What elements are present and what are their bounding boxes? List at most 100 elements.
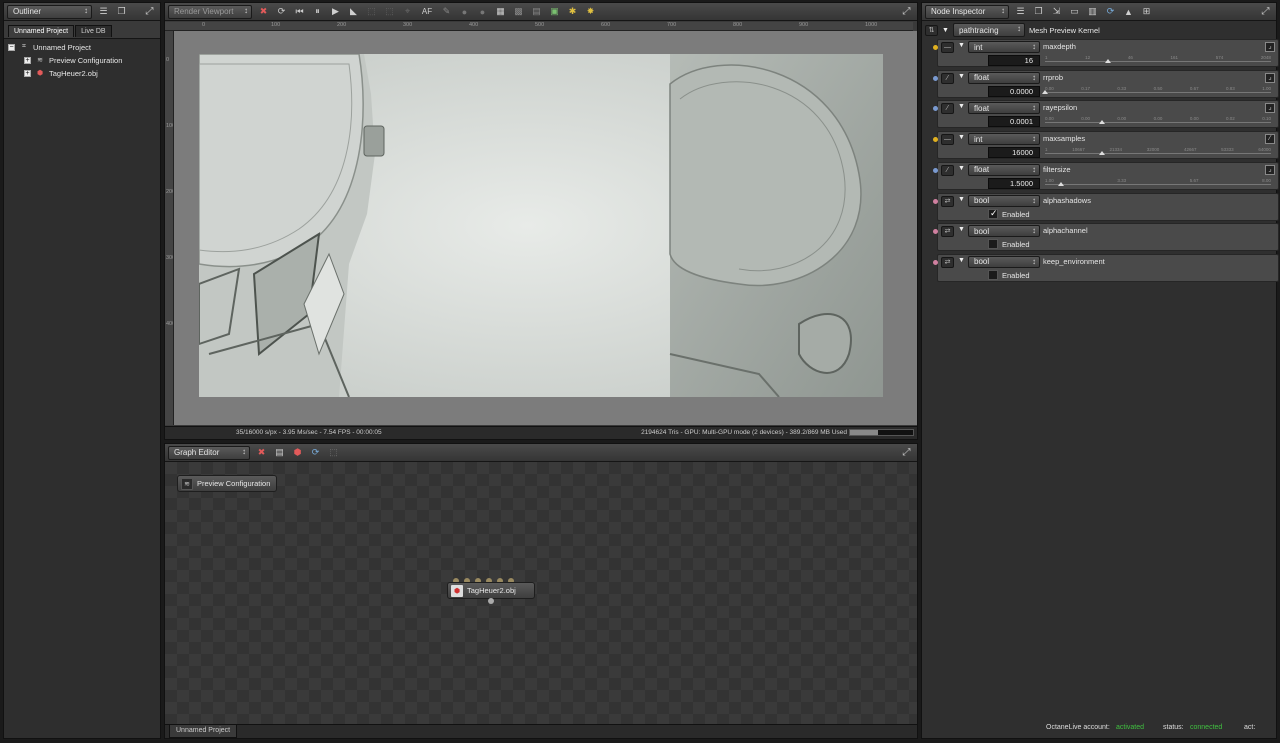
toggle-icon[interactable]: ⇄	[941, 226, 954, 238]
film-icon[interactable]: ▤	[273, 446, 286, 459]
graph-editor-selector[interactable]: Graph Editor	[168, 445, 250, 460]
arrange-icon[interactable]: ⬚	[327, 446, 340, 459]
enabled-checkbox[interactable]	[988, 269, 998, 280]
pin-dot[interactable]	[933, 167, 938, 173]
viewport-selector[interactable]: Render Viewport	[168, 4, 252, 19]
value-field[interactable]: 0.0001	[988, 116, 1040, 128]
region-icon[interactable]: ⬚	[365, 5, 378, 18]
image-icon[interactable]: ▣	[548, 5, 561, 18]
ruler-icon[interactable]: ◣	[347, 5, 360, 18]
type-dropdown[interactable]: bool	[968, 255, 1040, 268]
collapse-icon[interactable]: ☰	[1014, 5, 1027, 18]
refresh-icon[interactable]: ⟳	[1104, 5, 1117, 18]
pin-dot[interactable]	[933, 259, 938, 265]
material-icon[interactable]: ✎	[440, 5, 453, 18]
float-icon[interactable]: ⁄	[941, 164, 954, 176]
collapse-arrow-icon[interactable]: ▼	[958, 196, 965, 203]
collapse-toggle[interactable]: −	[8, 43, 15, 51]
pin-dot[interactable]	[933, 45, 938, 50]
tab-live-db[interactable]: Live DB	[75, 25, 112, 37]
inspector-selector[interactable]: Node Inspector	[925, 4, 1009, 19]
int-icon[interactable]: —	[941, 42, 954, 53]
collapse-icon[interactable]: ☰	[97, 5, 110, 18]
collapse-arrow-icon[interactable]: ▼	[942, 27, 949, 34]
pin-dot[interactable]	[933, 198, 938, 204]
value-slider[interactable]: 0.00 0.17 0.33 0.50 0.67 0.83 1.00	[1042, 86, 1271, 96]
pin-dot[interactable]	[933, 229, 938, 235]
expand-toggle[interactable]: +	[24, 56, 31, 64]
slider-thumb[interactable]	[1057, 181, 1064, 186]
collapse-arrow-icon[interactable]: ▼	[958, 134, 965, 141]
toggle-icon[interactable]: ⇄	[941, 256, 954, 268]
expand-toggle[interactable]: +	[24, 69, 31, 77]
render-area[interactable]	[174, 31, 917, 425]
mesh-node-icon[interactable]: ⬢	[291, 446, 304, 459]
preview-configuration-node[interactable]: ≋ Preview Configuration	[177, 475, 278, 492]
light-icon[interactable]: ✱	[566, 5, 579, 18]
slider-thumb[interactable]	[1042, 89, 1048, 94]
stop-render-icon[interactable]: ✖	[257, 5, 270, 18]
tagheuer-mesh-node[interactable]: ⬢ TagHeuer2.obj	[447, 582, 535, 599]
value-field[interactable]: 1.5000	[988, 177, 1040, 189]
maximize-icon[interactable]: ⤢	[900, 446, 913, 459]
tree-item-preview-configuration[interactable]: + ≋ Preview Configuration	[24, 54, 122, 66]
pick-icon[interactable]: ⌖	[401, 5, 414, 18]
curve-icon[interactable]: ⌟	[1265, 164, 1275, 175]
slider-thumb[interactable]	[1098, 151, 1105, 156]
sphere-alt-icon[interactable]: ●	[476, 5, 489, 18]
play-icon[interactable]: ▶	[329, 5, 342, 18]
enabled-checkbox[interactable]	[988, 208, 998, 219]
image-icon[interactable]: ▲	[1122, 5, 1135, 18]
slider-thumb[interactable]	[1098, 120, 1105, 125]
collapse-arrow-icon[interactable]: ▼	[958, 73, 965, 80]
int-icon[interactable]: —	[941, 134, 954, 146]
collapse-arrow-icon[interactable]: ▼	[958, 165, 965, 172]
expand-icon[interactable]: ⇲	[1050, 5, 1063, 18]
checker-icon[interactable]: ▩	[512, 5, 525, 18]
output-pin[interactable]	[488, 598, 494, 604]
curve-icon[interactable]: ⁄	[1265, 134, 1275, 145]
type-dropdown[interactable]: int	[968, 41, 1040, 53]
maximize-icon[interactable]: ⤢	[1259, 5, 1272, 18]
collapse-arrow-icon[interactable]: ▼	[958, 257, 965, 264]
value-slider[interactable]: 1 10667 21334 32000 42667 53333 64000	[1045, 147, 1271, 157]
tab-unnamed-project[interactable]: Unnamed Project	[169, 725, 238, 738]
curve-icon[interactable]: ⌟	[1265, 72, 1275, 83]
type-dropdown[interactable]: float	[968, 102, 1040, 115]
settings-icon[interactable]: ▭	[1068, 5, 1081, 18]
float-icon[interactable]: ⁄	[941, 103, 954, 115]
sphere-icon[interactable]: ●	[458, 5, 471, 18]
reload-icon[interactable]: ⟳	[309, 446, 322, 459]
collapse-arrow-icon[interactable]: ▼	[958, 103, 965, 110]
collapse-arrow-icon[interactable]: ▼	[958, 226, 965, 233]
graph-canvas[interactable]: ≋ Preview Configuration ⬢ TagHeuer2.obj	[165, 462, 917, 724]
windows-icon[interactable]: ❐	[1032, 5, 1045, 18]
type-dropdown[interactable]: bool	[968, 225, 1040, 238]
pin-dot[interactable]	[933, 137, 938, 143]
maximize-icon[interactable]: ⤢	[143, 5, 156, 18]
windows-icon[interactable]: ❐	[115, 5, 128, 18]
export-icon[interactable]: ⊞	[1140, 5, 1153, 18]
tree-item-root[interactable]: − ⌗ Unnamed Project	[8, 41, 91, 53]
type-dropdown[interactable]: bool	[968, 194, 1040, 207]
maximize-icon[interactable]: ⤢	[900, 5, 913, 18]
kernel-type-dropdown[interactable]: pathtracing	[952, 23, 1025, 37]
value-field[interactable]: 16	[988, 55, 1040, 66]
pin-dot[interactable]	[933, 75, 938, 81]
value-slider[interactable]: 1.00 3.33 5.67 8.00	[1045, 178, 1271, 188]
rewind-icon[interactable]: ⏮	[293, 5, 306, 18]
collapse-arrow-icon[interactable]: ▼	[958, 42, 965, 49]
outliner-selector[interactable]: Outliner	[7, 4, 92, 19]
curve-icon[interactable]: ⌟	[1265, 42, 1275, 52]
value-slider[interactable]: 1 12 46 161 574 2048	[1045, 55, 1271, 65]
list-icon[interactable]: ▥	[1086, 5, 1099, 18]
value-field[interactable]: 0.0000	[988, 85, 1040, 97]
toggle-icon[interactable]: ⇄	[941, 195, 954, 207]
type-dropdown[interactable]: int	[968, 133, 1040, 146]
restart-icon[interactable]: ⟳	[275, 5, 288, 18]
sun-icon[interactable]: ✸	[584, 5, 597, 18]
value-slider[interactable]: 0.00 0.00 0.00 0.00 0.00 0.02 0.10	[1045, 116, 1271, 126]
pin-dot[interactable]	[933, 106, 938, 112]
tree-item-tagheuer[interactable]: + ⬢ TagHeuer2.obj	[24, 67, 98, 79]
slider-thumb[interactable]	[1105, 59, 1112, 63]
